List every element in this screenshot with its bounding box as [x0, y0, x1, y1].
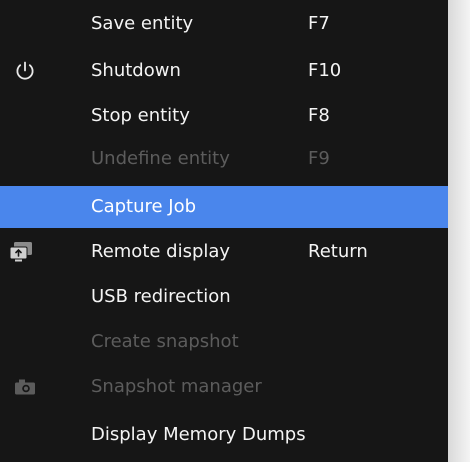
menu-item-create-snapshot[interactable]: Create snapshot [0, 321, 448, 363]
menu-item-shortcut: F8 [308, 105, 330, 126]
menu-item-capture-job[interactable]: Capture Job [0, 186, 448, 228]
menu-item-stop-entity[interactable]: Stop entity F8 [0, 95, 448, 137]
remote-display-icon [6, 237, 36, 267]
menu-item-label: Snapshot manager [91, 376, 262, 397]
menu-shadow [448, 0, 470, 462]
menu-item-label: Remote display [91, 241, 231, 262]
menu-item-label: Shutdown [91, 60, 181, 81]
menu-item-label: Capture Job [91, 196, 197, 217]
menu-item-shortcut: F7 [308, 13, 330, 34]
menu-item-remote-display[interactable]: Remote display Return [0, 231, 448, 273]
menu-item-save-entity[interactable]: Save entity F7 [0, 3, 448, 45]
menu-item-undefine-entity[interactable]: Undefine entity F9 [0, 138, 448, 180]
menu-item-label: Undefine entity [91, 148, 230, 169]
context-menu: Save entity F7 Shutdown F10 Stop entity … [0, 0, 448, 462]
menu-item-label: Display Memory Dumps [91, 424, 306, 445]
menu-item-label: Create snapshot [91, 331, 239, 352]
menu-item-display-memory-dumps[interactable]: Display Memory Dumps [0, 414, 448, 456]
menu-item-shortcut: F10 [308, 60, 342, 81]
menu-item-label: Save entity [91, 13, 194, 34]
power-icon [10, 56, 40, 86]
menu-item-snapshot-manager[interactable]: Snapshot manager [0, 366, 448, 408]
camera-icon [10, 372, 40, 402]
menu-item-label: Stop entity [91, 105, 190, 126]
menu-item-shortcut: F9 [308, 148, 330, 169]
menu-item-shutdown[interactable]: Shutdown F10 [0, 50, 448, 92]
menu-item-usb-redirection[interactable]: USB redirection [0, 276, 448, 318]
menu-item-label: USB redirection [91, 286, 231, 307]
menu-item-shortcut: Return [308, 241, 368, 262]
